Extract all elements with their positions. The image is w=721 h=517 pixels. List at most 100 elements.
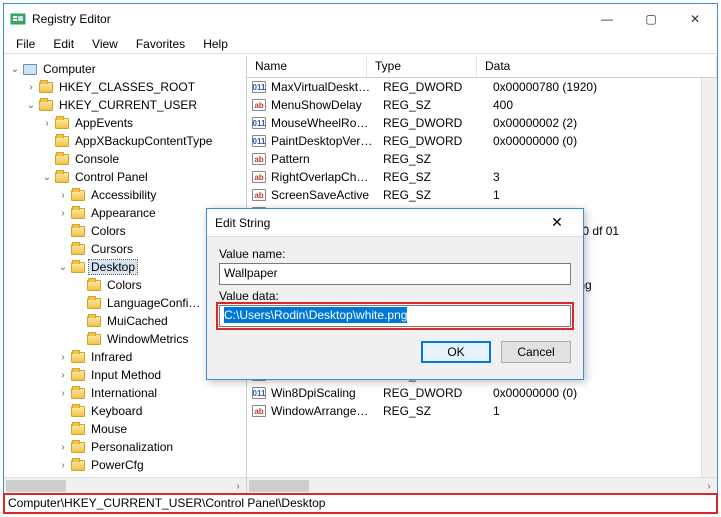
menu-view[interactable]: View bbox=[84, 35, 126, 53]
folder-icon bbox=[54, 116, 70, 130]
statusbar-path: Computer\HKEY_CURRENT_USER\Control Panel… bbox=[4, 494, 717, 513]
tree-node[interactable]: Accessibility bbox=[8, 186, 246, 204]
tree-label: HKEY_CLASSES_ROOT bbox=[57, 80, 197, 94]
expand-icon[interactable] bbox=[56, 208, 70, 219]
expand-icon[interactable] bbox=[56, 460, 70, 471]
tree-node[interactable]: HKEY_CLASSES_ROOT bbox=[8, 78, 246, 96]
expand-icon[interactable] bbox=[56, 352, 70, 363]
tree-node[interactable]: International bbox=[8, 384, 246, 402]
cancel-button[interactable]: Cancel bbox=[501, 341, 571, 363]
cell-data: 0x00000002 (2) bbox=[493, 116, 713, 130]
folder-icon bbox=[70, 404, 86, 418]
tree-node[interactable]: Computer bbox=[8, 60, 246, 78]
list-row[interactable]: ab MenuShowDelayREG_SZ400 bbox=[247, 96, 717, 114]
menu-favorites[interactable]: Favorites bbox=[128, 35, 193, 53]
col-data[interactable]: Data bbox=[477, 56, 717, 77]
cell-type: REG_SZ bbox=[383, 188, 493, 202]
list-row[interactable]: abPatternREG_SZ bbox=[247, 150, 717, 168]
expand-icon[interactable] bbox=[56, 388, 70, 399]
tree-h-scrollbar[interactable]: ‹› bbox=[4, 477, 246, 493]
folder-icon bbox=[70, 224, 86, 238]
dialog-close-button[interactable]: ✕ bbox=[539, 214, 575, 231]
cell-name: MouseWheelRo… bbox=[271, 116, 383, 130]
folder-icon bbox=[70, 206, 86, 220]
menu-help[interactable]: Help bbox=[195, 35, 236, 53]
cell-type: REG_SZ bbox=[383, 404, 493, 418]
col-type[interactable]: Type bbox=[367, 56, 477, 77]
cell-type: REG_DWORD bbox=[383, 386, 493, 400]
value-name-label: Value name: bbox=[219, 247, 571, 261]
string-icon: ab bbox=[251, 170, 267, 184]
tree-label: Computer bbox=[41, 62, 98, 76]
tree-label: Accessibility bbox=[89, 188, 158, 202]
cell-data: 400 bbox=[493, 98, 713, 112]
tree-node[interactable]: Console bbox=[8, 150, 246, 168]
folder-icon bbox=[70, 188, 86, 202]
tree-node[interactable]: HKEY_CURRENT_USER bbox=[8, 96, 246, 114]
list-row[interactable]: abScreenSaveActiveREG_SZ1 bbox=[247, 186, 717, 204]
tree-node[interactable]: Keyboard bbox=[8, 402, 246, 420]
value-data-label: Value data: bbox=[219, 289, 571, 303]
cell-data: 3 bbox=[493, 170, 713, 184]
cell-type: REG_DWORD bbox=[383, 80, 493, 94]
tree-label: HKEY_CURRENT_USER bbox=[57, 98, 199, 112]
dword-icon: 011 bbox=[251, 80, 267, 94]
cell-type: REG_DWORD bbox=[383, 134, 493, 148]
list-row[interactable]: abWindowArrange…REG_SZ1 bbox=[247, 402, 717, 420]
cell-data: 0x00000780 (1920) bbox=[493, 80, 713, 94]
folder-icon bbox=[54, 170, 70, 184]
list-row[interactable]: 011MouseWheelRo…REG_DWORD0x00000002 (2) bbox=[247, 114, 717, 132]
tree-node[interactable]: Control Panel bbox=[8, 168, 246, 186]
folder-icon bbox=[70, 260, 86, 274]
titlebar[interactable]: Registry Editor — ▢ ✕ bbox=[4, 4, 717, 34]
folder-icon bbox=[86, 278, 102, 292]
tree-node[interactable]: AppEvents bbox=[8, 114, 246, 132]
expand-icon[interactable] bbox=[56, 442, 70, 453]
list-row[interactable]: 011MaxVirtualDeskt…REG_DWORD0x00000780 (… bbox=[247, 78, 717, 96]
string-icon: ab bbox=[251, 98, 267, 112]
menu-file[interactable]: File bbox=[8, 35, 43, 53]
tree-label: Input Method bbox=[89, 368, 163, 382]
collapse-icon[interactable] bbox=[24, 100, 38, 111]
cell-name: PaintDesktopVer… bbox=[271, 134, 383, 148]
tree-label: Colors bbox=[105, 278, 144, 292]
close-button[interactable]: ✕ bbox=[673, 4, 717, 34]
collapse-icon[interactable] bbox=[40, 172, 54, 183]
tree-label: Keyboard bbox=[89, 404, 144, 418]
tree-label: Desktop bbox=[89, 260, 137, 274]
folder-icon bbox=[70, 458, 86, 472]
list-header[interactable]: Name Type Data bbox=[247, 56, 717, 78]
menu-edit[interactable]: Edit bbox=[45, 35, 82, 53]
tree-node[interactable]: Mouse bbox=[8, 420, 246, 438]
value-name-input[interactable]: Wallpaper bbox=[219, 263, 571, 285]
list-row[interactable]: 011PaintDesktopVer…REG_DWORD0x00000000 (… bbox=[247, 132, 717, 150]
folder-icon bbox=[70, 422, 86, 436]
collapse-icon[interactable] bbox=[56, 262, 70, 273]
folder-icon bbox=[70, 440, 86, 454]
cell-type: REG_SZ bbox=[383, 98, 493, 112]
expand-icon[interactable] bbox=[24, 82, 38, 93]
dialog-title: Edit String bbox=[215, 216, 539, 230]
list-v-scrollbar[interactable] bbox=[701, 78, 717, 477]
tree-node[interactable]: Personalization bbox=[8, 438, 246, 456]
minimize-button[interactable]: — bbox=[585, 4, 629, 34]
string-icon: ab bbox=[251, 188, 267, 202]
col-name[interactable]: Name bbox=[247, 56, 367, 77]
collapse-icon[interactable] bbox=[8, 64, 22, 75]
list-h-scrollbar[interactable]: ‹› bbox=[247, 477, 717, 493]
expand-icon[interactable] bbox=[56, 190, 70, 201]
folder-icon bbox=[38, 80, 54, 94]
maximize-button[interactable]: ▢ bbox=[629, 4, 673, 34]
tree-node[interactable]: PowerCfg bbox=[8, 456, 246, 474]
expand-icon[interactable] bbox=[56, 370, 70, 381]
tree-label: AppEvents bbox=[73, 116, 135, 130]
list-row[interactable]: 011Win8DpiScalingREG_DWORD0x00000000 (0) bbox=[247, 384, 717, 402]
expand-icon[interactable] bbox=[40, 118, 54, 129]
cell-data: 1 bbox=[493, 188, 713, 202]
ok-button[interactable]: OK bbox=[421, 341, 491, 363]
cell-name: MenuShowDelay bbox=[271, 98, 383, 112]
dword-icon: 011 bbox=[251, 386, 267, 400]
value-data-input[interactable]: C:\Users\Rodin\Desktop\white.png bbox=[219, 305, 571, 327]
list-row[interactable]: abRightOverlapCh…REG_SZ3 bbox=[247, 168, 717, 186]
tree-node[interactable]: AppXBackupContentType bbox=[8, 132, 246, 150]
